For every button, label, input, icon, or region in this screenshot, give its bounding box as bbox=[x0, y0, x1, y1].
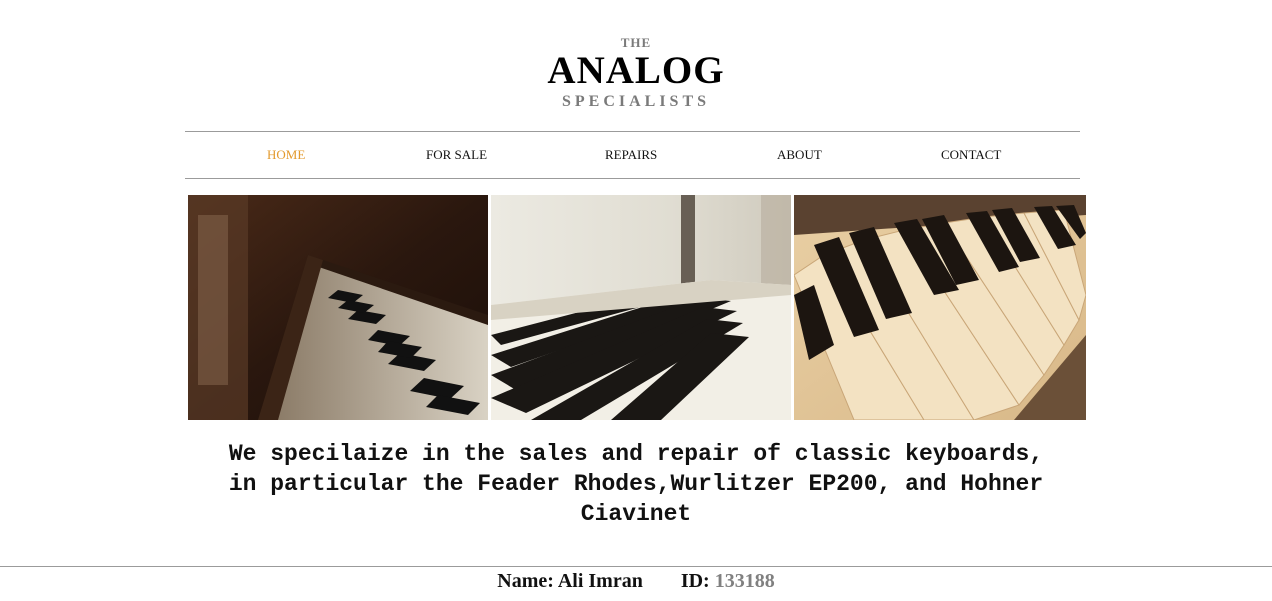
hero-image-3 bbox=[794, 195, 1086, 420]
tagline: We specilaize in the sales and repair of… bbox=[160, 439, 1112, 529]
logo-sub: SPECIALISTS bbox=[561, 93, 711, 110]
footer-divider bbox=[0, 566, 1272, 567]
id-value: 133188 bbox=[714, 570, 775, 592]
nav-home[interactable]: HOME bbox=[267, 147, 305, 163]
site-logo[interactable]: THE ANALOG SPECIALISTS bbox=[0, 34, 1272, 113]
footer: Name: Ali Imran ID: 133188 bbox=[0, 568, 1272, 594]
nav-for-sale[interactable]: FOR SALE bbox=[426, 147, 487, 163]
hero-image-1 bbox=[188, 195, 488, 420]
tagline-line-3: Ciavinet bbox=[580, 501, 692, 527]
tagline-line-2: in particular the Feader Rhodes,Wurlitze… bbox=[228, 471, 1044, 497]
main-nav: HOME FOR SALE REPAIRS ABOUT CONTACT bbox=[185, 131, 1080, 179]
nav-about[interactable]: ABOUT bbox=[777, 147, 822, 163]
name-value: Ali Imran bbox=[557, 570, 643, 592]
hero-image-2 bbox=[491, 195, 791, 420]
name-label: Name: bbox=[497, 570, 554, 592]
piano-keys-dark-photo bbox=[188, 195, 488, 420]
tagline-line-1: We specilaize in the sales and repair of… bbox=[228, 441, 1044, 467]
nav-repairs[interactable]: REPAIRS bbox=[605, 147, 657, 163]
nav-contact[interactable]: CONTACT bbox=[941, 147, 1001, 163]
logo-main: ANALOG bbox=[547, 49, 725, 92]
piano-keys-sepia-photo bbox=[794, 195, 1086, 420]
page: THE ANALOG SPECIALISTS HOME FOR SALE REP… bbox=[0, 0, 1272, 601]
piano-keys-light-photo bbox=[491, 195, 791, 420]
id-label: ID: bbox=[680, 570, 710, 592]
